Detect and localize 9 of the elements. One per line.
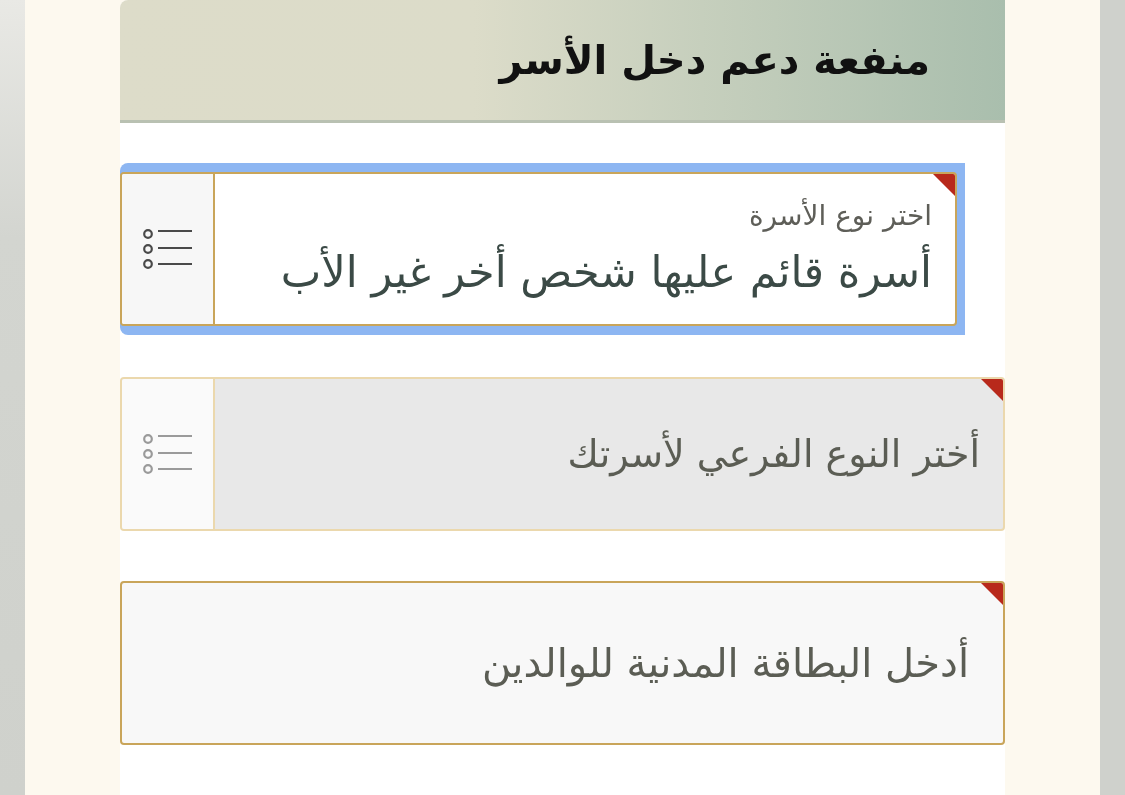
input-placeholder: أدخل البطاقة المدنية للوالدين [481,637,969,689]
text-field[interactable]: أدخل البطاقة المدنية للوالدين [120,581,1005,745]
selected-value: أسرة قائم عليها شخص أخر غير الأب [215,244,932,300]
dropdown-field[interactable]: اختر نوع الأسرة أسرة قائم عليها شخص أخر غير الأب [120,163,965,335]
select-placeholder: أختر النوع الفرعي لأسرتك [215,429,980,479]
list-icon [142,229,193,269]
field-label: اختر نوع الأسرة [747,198,932,234]
list-icon [142,434,193,474]
page-title: منفعة دعم دخل الأسر [499,34,930,86]
